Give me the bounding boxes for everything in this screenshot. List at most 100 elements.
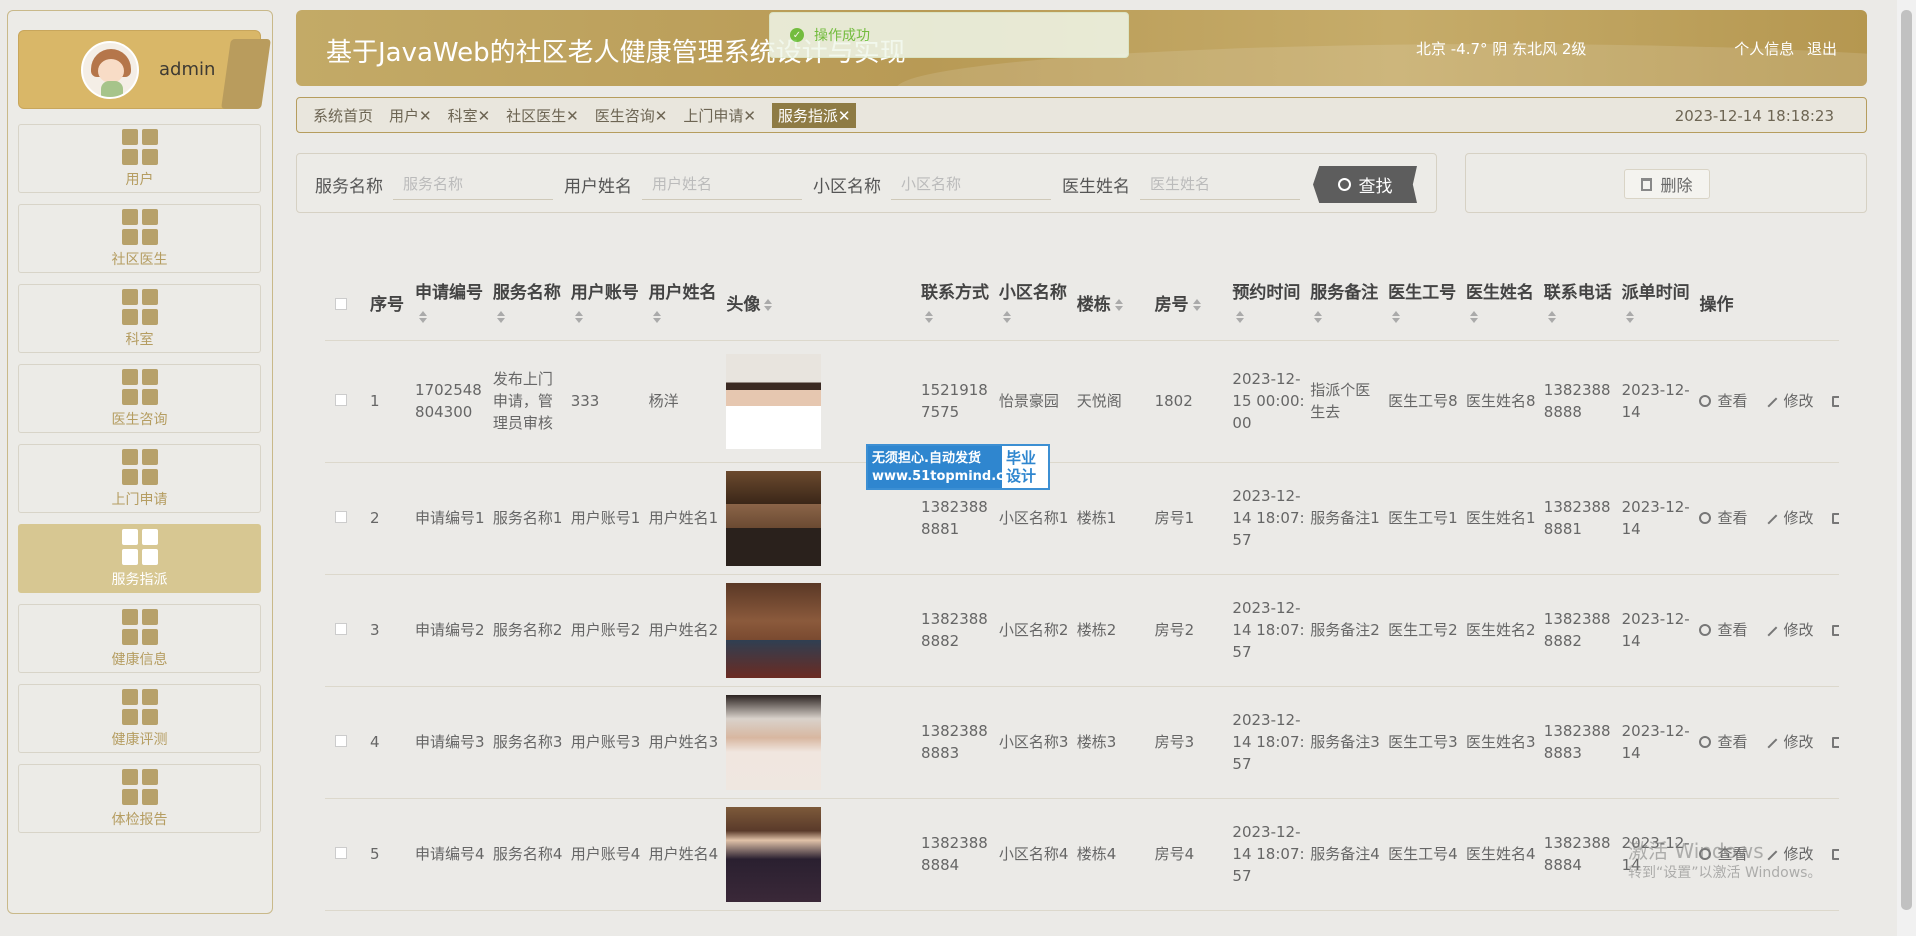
sort-icon[interactable] xyxy=(1547,310,1556,323)
tab[interactable]: 社区医生✕ xyxy=(506,105,579,126)
sidebar-item[interactable]: 体检报告 xyxy=(18,764,261,833)
sidebar-item-label: 健康信息 xyxy=(111,651,168,668)
sidebar-item[interactable]: 用户 xyxy=(18,124,261,193)
column-header[interactable]: 申请编号 xyxy=(411,270,489,341)
column-header[interactable]: 楼栋 xyxy=(1072,270,1151,341)
tab[interactable]: 上门申请✕ xyxy=(683,105,756,126)
sidebar-item-label: 科室 xyxy=(125,331,154,348)
search-button[interactable]: 查找 xyxy=(1313,166,1417,203)
row-checkbox[interactable] xyxy=(335,394,347,406)
cell-room: 1802 xyxy=(1150,340,1229,463)
tab[interactable]: 医生咨询✕ xyxy=(595,105,668,126)
row-delete-button[interactable] xyxy=(1831,512,1839,524)
column-header[interactable]: 用户账号 xyxy=(566,270,645,341)
cell-community: 小区名称2 xyxy=(994,574,1073,687)
column-header[interactable]: 头像 xyxy=(722,270,918,341)
view-button[interactable]: 查看 xyxy=(1699,390,1747,412)
cell-room: 房号2 xyxy=(1150,574,1229,687)
sort-icon[interactable] xyxy=(925,310,934,323)
pencil-icon xyxy=(1765,511,1778,525)
sidebar-item[interactable]: 社区医生 xyxy=(18,204,261,273)
book-icon xyxy=(121,528,158,565)
sort-icon[interactable] xyxy=(1392,310,1401,323)
sidebar-item[interactable]: 健康信息 xyxy=(18,604,261,673)
delete-button[interactable]: 删除 xyxy=(1624,169,1710,199)
sort-icon[interactable] xyxy=(1236,310,1245,323)
row-checkbox[interactable] xyxy=(335,511,347,523)
column-header[interactable]: 医生姓名 xyxy=(1461,270,1540,341)
sort-icon[interactable] xyxy=(1002,310,1011,323)
column-header[interactable]: 医生工号 xyxy=(1384,270,1462,341)
avatar-photo[interactable] xyxy=(726,582,822,678)
page-scrollbar[interactable] xyxy=(1897,0,1916,936)
avatar-photo[interactable] xyxy=(726,694,822,790)
view-button[interactable]: 查看 xyxy=(1699,731,1747,753)
avatar-photo[interactable] xyxy=(726,806,822,902)
column-header[interactable]: 联系电话 xyxy=(1539,270,1618,341)
sort-icon[interactable] xyxy=(1625,310,1634,323)
sidebar-item[interactable]: 服务指派 xyxy=(18,524,261,593)
sort-icon[interactable] xyxy=(496,310,505,323)
sort-icon[interactable] xyxy=(1469,310,1478,323)
column-header[interactable]: 用户姓名 xyxy=(644,270,723,341)
sort-icon[interactable] xyxy=(652,310,661,323)
select-all-checkbox[interactable] xyxy=(335,297,347,310)
cell-app-no: 申请编号3 xyxy=(411,686,489,799)
cell-service: 服务名称4 xyxy=(488,798,567,911)
magnifier-icon xyxy=(1699,512,1712,524)
tab[interactable]: 用户✕ xyxy=(389,105,432,126)
cell-account: 用户账号3 xyxy=(566,686,645,799)
doctor-name-input[interactable] xyxy=(1140,168,1300,200)
sidebar-item[interactable]: 科室 xyxy=(18,284,261,353)
view-button[interactable]: 查看 xyxy=(1699,619,1747,641)
column-header[interactable]: 联系方式 xyxy=(917,270,995,341)
community-name-input[interactable] xyxy=(891,168,1051,200)
row-delete-button[interactable] xyxy=(1831,848,1839,860)
column-header[interactable]: 小区名称 xyxy=(994,270,1073,341)
edit-button[interactable]: 修改 xyxy=(1765,619,1814,641)
column-header[interactable]: 派单时间 xyxy=(1617,270,1696,341)
row-checkbox[interactable] xyxy=(335,735,347,747)
sort-icon[interactable] xyxy=(1114,298,1123,311)
sort-icon[interactable] xyxy=(764,298,773,311)
edit-button[interactable]: 修改 xyxy=(1765,507,1814,529)
row-checkbox[interactable] xyxy=(335,623,347,635)
edit-button[interactable]: 修改 xyxy=(1765,731,1814,753)
profile-link[interactable]: 个人信息 xyxy=(1734,40,1794,58)
view-button[interactable]: 查看 xyxy=(1699,507,1747,529)
sort-icon[interactable] xyxy=(574,310,583,323)
sidebar-item-label: 用户 xyxy=(125,171,154,188)
cell-app-no: 申请编号4 xyxy=(411,798,489,911)
row-delete-button[interactable] xyxy=(1831,395,1839,407)
cell-doc-id: 医生工号4 xyxy=(1384,798,1462,911)
logout-link[interactable]: 退出 xyxy=(1807,40,1837,58)
tab[interactable]: 系统首页 xyxy=(313,105,373,126)
sidebar-item[interactable]: 上门申请 xyxy=(18,444,261,513)
view-label: 查看 xyxy=(1717,392,1748,410)
avatar-photo[interactable] xyxy=(726,470,822,566)
row-delete-button[interactable] xyxy=(1831,736,1839,748)
tab[interactable]: 服务指派✕ xyxy=(771,102,857,128)
column-header[interactable]: 预约时间 xyxy=(1228,270,1307,341)
column-header[interactable]: 房号 xyxy=(1150,270,1229,341)
column-header-label: 序号 xyxy=(369,294,404,315)
scrollbar-thumb[interactable] xyxy=(1901,10,1912,910)
sort-icon[interactable] xyxy=(419,310,428,323)
row-actions: 查看 修改 xyxy=(1695,574,1839,687)
sidebar-item[interactable]: 医生咨询 xyxy=(18,364,261,433)
profile-card[interactable]: admin xyxy=(18,30,271,109)
column-header-label: 预约时间 xyxy=(1232,282,1301,303)
sidebar-item[interactable]: 健康评测 xyxy=(18,684,261,753)
column-header[interactable]: 服务备注 xyxy=(1306,270,1385,341)
column-header[interactable]: 服务名称 xyxy=(488,270,567,341)
service-name-input[interactable] xyxy=(393,168,553,200)
row-delete-button[interactable] xyxy=(1831,624,1839,636)
sort-icon[interactable] xyxy=(1314,310,1323,323)
edit-button[interactable]: 修改 xyxy=(1765,390,1814,412)
row-checkbox[interactable] xyxy=(335,847,347,859)
avatar-photo[interactable] xyxy=(726,353,822,449)
tab[interactable]: 科室✕ xyxy=(448,105,491,126)
avatar[interactable] xyxy=(81,40,139,99)
sort-icon[interactable] xyxy=(1192,298,1201,311)
user-name-input[interactable] xyxy=(642,168,802,200)
